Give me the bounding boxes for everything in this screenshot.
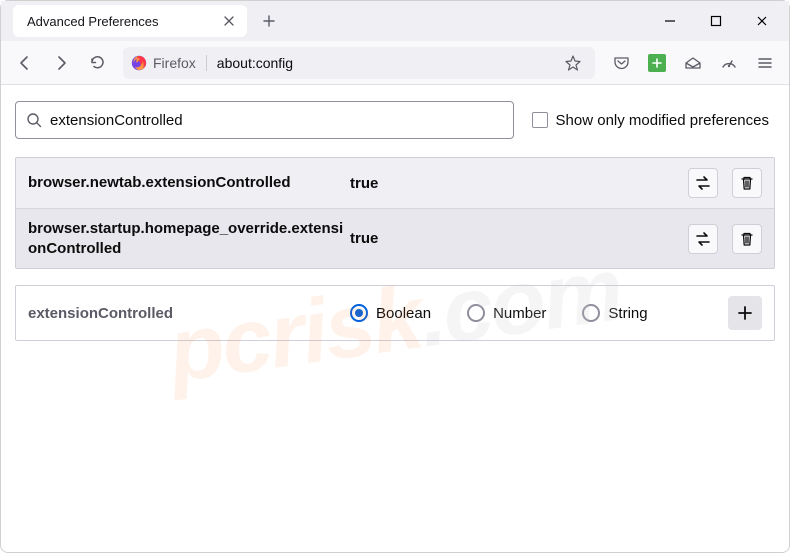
about-config-content: Show only modified preferences browser.n…: [1, 85, 789, 357]
firefox-logo-icon: [131, 55, 147, 71]
pocket-icon[interactable]: [605, 47, 637, 79]
radio-icon: [350, 304, 368, 322]
forward-button[interactable]: [45, 47, 77, 79]
new-tab-button[interactable]: [255, 7, 283, 35]
url-bar[interactable]: Firefox: [123, 47, 595, 79]
radio-string[interactable]: String: [582, 304, 647, 322]
browser-tab[interactable]: Advanced Preferences: [13, 5, 247, 37]
radio-boolean[interactable]: Boolean: [350, 304, 431, 322]
delete-button[interactable]: [732, 168, 762, 198]
radio-icon: [582, 304, 600, 322]
radio-label: String: [608, 305, 647, 322]
pref-row: browser.startup.homepage_override.extens…: [16, 208, 774, 268]
identity-label: Firefox: [153, 55, 196, 71]
search-row: Show only modified preferences: [15, 101, 775, 139]
show-modified-checkbox[interactable]: [532, 112, 548, 128]
search-box[interactable]: [15, 101, 514, 139]
browser-toolbar: Firefox: [1, 41, 789, 85]
pref-name: browser.startup.homepage_override.extens…: [28, 219, 350, 258]
url-input[interactable]: [207, 55, 559, 71]
bookmark-star-icon[interactable]: [559, 49, 587, 77]
radio-number[interactable]: Number: [467, 304, 546, 322]
toggle-button[interactable]: [688, 168, 718, 198]
pref-value: true: [350, 230, 688, 247]
window-close-button[interactable]: [739, 1, 785, 41]
prefs-table: browser.newtab.extensionControlled true …: [15, 157, 775, 269]
radio-icon: [467, 304, 485, 322]
mail-icon[interactable]: [677, 47, 709, 79]
pref-name: browser.newtab.extensionControlled: [28, 173, 350, 193]
search-input[interactable]: [42, 112, 503, 129]
new-pref-name: extensionControlled: [28, 305, 350, 322]
type-radio-group: Boolean Number String: [350, 304, 728, 322]
window-titlebar: Advanced Preferences: [1, 1, 789, 41]
window-minimize-button[interactable]: [647, 1, 693, 41]
pref-value: true: [350, 175, 688, 192]
speed-icon[interactable]: [713, 47, 745, 79]
close-tab-icon[interactable]: [221, 13, 237, 29]
show-modified-checkbox-row[interactable]: Show only modified preferences: [532, 112, 775, 129]
window-maximize-button[interactable]: [693, 1, 739, 41]
identity-box[interactable]: Firefox: [131, 55, 207, 71]
tab-title: Advanced Preferences: [27, 14, 221, 29]
back-button[interactable]: [9, 47, 41, 79]
search-icon: [26, 112, 42, 128]
extension-icon[interactable]: [641, 47, 673, 79]
new-pref-row: extensionControlled Boolean Number Strin…: [15, 285, 775, 341]
show-modified-label: Show only modified preferences: [556, 112, 769, 129]
radio-label: Number: [493, 305, 546, 322]
app-menu-button[interactable]: [749, 47, 781, 79]
delete-button[interactable]: [732, 224, 762, 254]
radio-label: Boolean: [376, 305, 431, 322]
reload-button[interactable]: [81, 47, 113, 79]
add-pref-button[interactable]: [728, 296, 762, 330]
pref-row: browser.newtab.extensionControlled true: [16, 158, 774, 208]
toggle-button[interactable]: [688, 224, 718, 254]
